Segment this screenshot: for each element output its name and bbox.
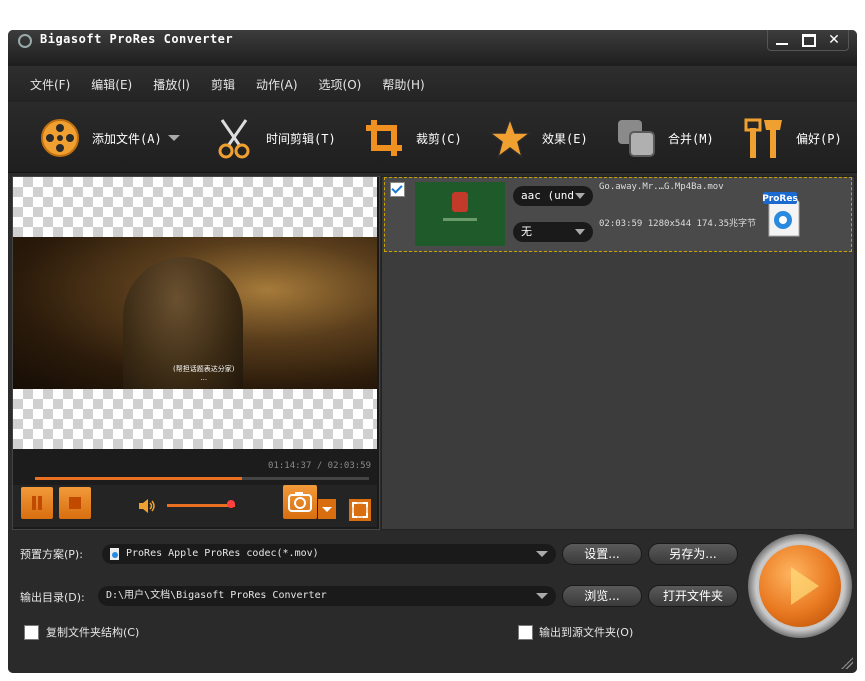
profile-select[interactable]: ProRes Apple ProRes codec(*.mov) (102, 544, 556, 564)
file-info: 02:03:59 1280x544 174.35兆字节 (599, 219, 757, 229)
close-button[interactable]: ✕ (825, 32, 843, 48)
convert-button-face (759, 545, 841, 627)
add-file-label: 添加文件(A) (92, 131, 162, 146)
window-controls: ✕ (773, 32, 843, 48)
format-badge: ProRes (762, 194, 798, 204)
subtitle-select[interactable]: 无 (513, 222, 593, 242)
preferences-label: 偏好(P) (796, 131, 842, 146)
audio-track-select[interactable]: aac (und (513, 186, 593, 206)
convert-button[interactable] (748, 534, 852, 638)
output-path: D:\用户\文档\Bigasoft ProRes Converter (106, 590, 327, 601)
profile-value: ProRes Apple ProRes codec(*.mov) (126, 548, 319, 559)
thumbnail-text-line (443, 218, 477, 221)
add-file-button[interactable]: 添加文件(A) (38, 116, 180, 160)
menu-play[interactable]: 播放(l) (153, 76, 190, 93)
output-to-source-label: 输出到源文件夹(O) (539, 626, 634, 639)
prores-file-icon (110, 548, 119, 560)
profile-label: 预置方案(P): (20, 548, 83, 561)
toolbar: 添加文件(A) 时间剪辑(T) 裁剪(C) 效果(E) 合并(M) 偏好(P) (8, 102, 857, 173)
thumbnail-logo-icon (452, 192, 468, 212)
menu-bar: 文件(F) 编辑(E) 播放(l) 剪辑 动作(A) 选项(O) 帮助(H) (8, 66, 857, 102)
snapshot-button[interactable] (283, 485, 317, 519)
minimize-button[interactable] (773, 32, 791, 48)
file-name: Go.away.Mr.…G.Mp4Ba.mov (599, 182, 724, 192)
app-window: Bigasoft ProRes Converter ✕ 文件(F) 编辑(E) … (8, 30, 857, 673)
snapshot-dropdown-button[interactable] (318, 499, 336, 519)
open-folder-button[interactable]: 打开文件夹 (648, 585, 738, 607)
time-display: 01:14:37 / 02:03:59 (268, 461, 371, 471)
menu-clip[interactable]: 剪辑 (211, 76, 235, 93)
chevron-down-icon[interactable] (167, 135, 180, 141)
playback-controls (13, 485, 377, 527)
save-as-button[interactable]: 另存为... (648, 543, 738, 565)
video-subtitle: (帮担话题表达分家) ... (173, 365, 234, 383)
preferences-button[interactable]: 偏好(P) (742, 116, 842, 160)
stop-button[interactable] (59, 487, 91, 519)
output-directory-field[interactable]: D:\用户\文档\Bigasoft ProRes Converter (98, 586, 556, 606)
file-thumbnail (415, 182, 505, 246)
merge-icon (614, 116, 658, 160)
crop-button[interactable]: 裁剪(C) (362, 116, 462, 160)
menu-options[interactable]: 选项(O) (319, 76, 362, 93)
merge-label: 合并(M) (668, 131, 714, 146)
settings-button[interactable]: 设置... (562, 543, 642, 565)
maximize-button[interactable] (799, 32, 817, 48)
time-bar: 01:14:37 / 02:03:59 (13, 449, 377, 485)
app-logo-icon (18, 34, 32, 48)
save-as-label: 另存为... (669, 547, 717, 561)
menu-help[interactable]: 帮助(H) (382, 76, 424, 93)
file-list: aac (und 无 Go.away.Mr.…G.Mp4Ba.mov 02:03… (381, 176, 855, 530)
fullscreen-button[interactable] (349, 499, 371, 521)
copy-structure-checkbox[interactable] (24, 625, 39, 640)
prores-format-icon[interactable]: ProRes (761, 188, 803, 238)
volume-slider[interactable] (167, 504, 236, 507)
effect-label: 效果(E) (542, 131, 588, 146)
window-title: Bigasoft ProRes Converter (40, 32, 234, 46)
transparent-area-top (13, 177, 377, 237)
video-frame: (帮担话题表达分家) ... (13, 237, 377, 389)
merge-button[interactable]: 合并(M) (614, 116, 714, 160)
speaker-icon[interactable] (137, 496, 157, 516)
subtitle-line-1: (帮担话题表达分家) (173, 365, 235, 373)
settings-panel: 预置方案(P): ProRes Apple ProRes codec(*.mov… (8, 530, 857, 673)
resize-grip-icon[interactable] (841, 657, 853, 669)
copy-structure-label: 复制文件夹结构(C) (46, 626, 140, 639)
star-icon (487, 116, 533, 160)
menu-file[interactable]: 文件(F) (30, 76, 70, 93)
play-icon (791, 567, 819, 605)
menu-action[interactable]: 动作(A) (256, 76, 298, 93)
file-row[interactable]: aac (und 无 Go.away.Mr.…G.Mp4Ba.mov 02:03… (384, 177, 852, 252)
effect-button[interactable]: 效果(E) (487, 116, 588, 160)
crop-label: 裁剪(C) (416, 131, 462, 146)
chevron-down-icon (536, 593, 548, 599)
fullscreen-icon (352, 502, 368, 518)
trim-label: 时间剪辑(T) (266, 131, 336, 146)
pause-button[interactable] (21, 487, 53, 519)
output-to-source-checkbox[interactable] (518, 625, 533, 640)
menu-edit[interactable]: 编辑(E) (91, 76, 132, 93)
seek-bar[interactable] (35, 477, 369, 480)
camera-icon (288, 492, 312, 512)
scissors-icon (212, 116, 256, 160)
preview-panel: (帮担话题表达分家) ... 01:14:37 / 02:03:59 (12, 176, 380, 530)
film-reel-icon (38, 116, 82, 160)
trim-button[interactable]: 时间剪辑(T) (212, 116, 336, 160)
title-bar: Bigasoft ProRes Converter ✕ (8, 30, 857, 66)
tools-icon (742, 116, 786, 160)
file-checkbox[interactable] (390, 182, 405, 197)
seek-bar-fill (35, 477, 243, 480)
browse-button[interactable]: 浏览... (562, 585, 642, 607)
transparent-area-bottom (13, 389, 377, 449)
chevron-down-icon (536, 551, 548, 557)
subtitle-line-2: ... (200, 374, 208, 382)
crop-icon (362, 116, 406, 160)
output-label: 输出目录(D): (20, 591, 85, 604)
